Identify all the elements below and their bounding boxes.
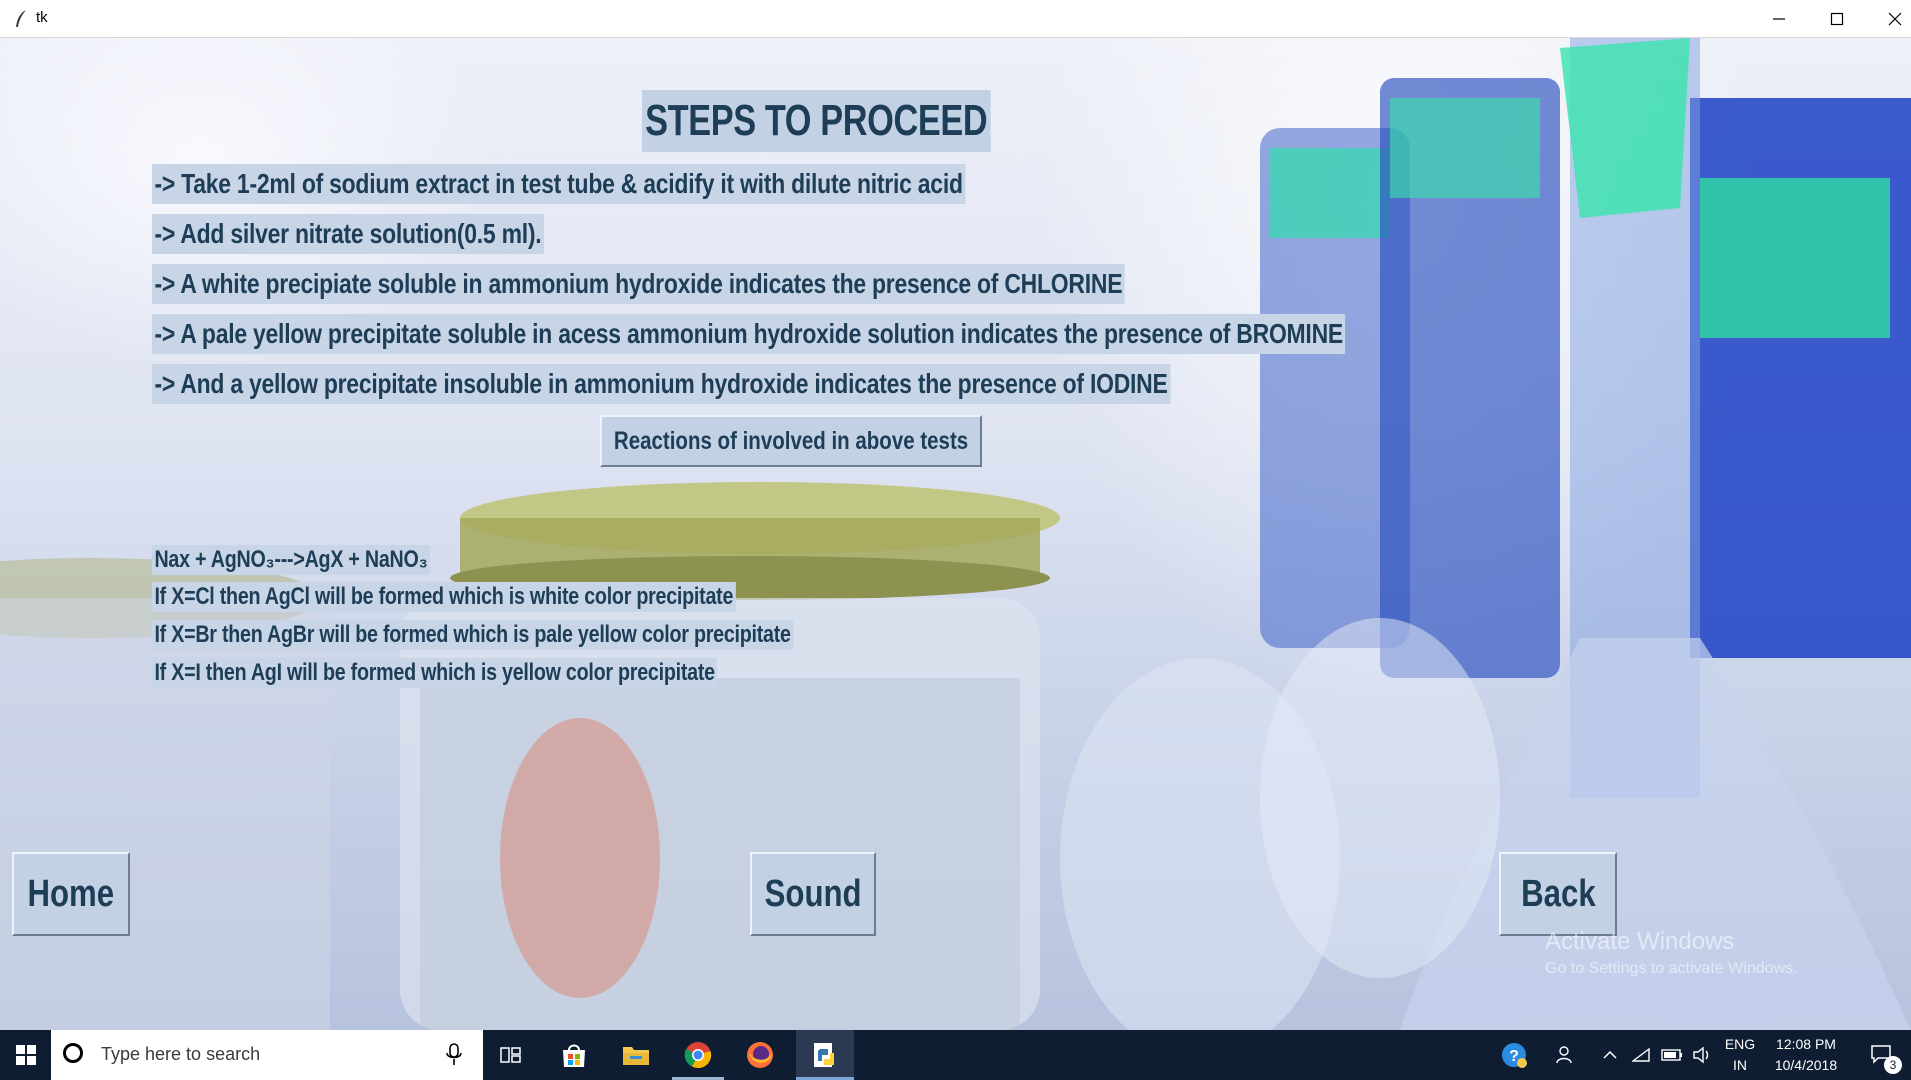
close-button[interactable] <box>1866 0 1911 38</box>
sound-button-label: Sound <box>764 872 862 915</box>
back-button-label: Back <box>1520 872 1596 915</box>
activate-windows-subtitle: Go to Settings to activate Windows. <box>1545 960 1798 977</box>
activate-windows-title: Activate Windows <box>1545 928 1735 955</box>
reactions-button[interactable]: Reactions of involved in above tests <box>600 415 982 467</box>
language-indicator[interactable]: ENG IN <box>1720 1030 1760 1080</box>
speaker-icon <box>1693 1046 1709 1064</box>
page-title: STEPS TO PROCEED <box>642 90 991 152</box>
network-tray-button[interactable] <box>1628 1030 1656 1080</box>
tk-feather-icon <box>16 10 26 27</box>
cortana-icon <box>63 1043 83 1063</box>
chrome-taskbar-button[interactable] <box>672 1030 724 1080</box>
window-title: tk <box>36 9 48 26</box>
start-button[interactable] <box>0 1030 51 1080</box>
clock-time: 12:08 PM <box>1776 1036 1836 1052</box>
minimize-icon <box>1772 18 1785 20</box>
help-tray-button[interactable]: ? <box>1494 1030 1534 1080</box>
reaction-equation: Nax + AgNO₃--->AgX + NaNO₃ <box>152 545 430 575</box>
battery-tray-button[interactable] <box>1658 1030 1686 1080</box>
region-code: IN <box>1733 1057 1747 1073</box>
firefox-icon <box>747 1042 773 1068</box>
minimize-button[interactable] <box>1750 0 1807 38</box>
taskbar-search-box[interactable]: Type here to search <box>51 1030 483 1080</box>
step-3: -> A white precipiate soluble in ammoniu… <box>152 264 1125 304</box>
title-bar: tk <box>0 0 1911 38</box>
windows-start-icon <box>15 1045 36 1065</box>
reaction-chlorine: If X=Cl then AgCl will be formed which i… <box>152 582 736 612</box>
home-button-label: Home <box>27 872 115 915</box>
file-explorer-taskbar-button[interactable] <box>610 1030 662 1080</box>
task-view-button[interactable] <box>486 1030 536 1080</box>
chrome-icon <box>684 1042 712 1069</box>
action-center-button[interactable]: 3 <box>1858 1030 1906 1080</box>
show-hidden-icons-button[interactable] <box>1596 1030 1624 1080</box>
microphone-icon[interactable] <box>446 1043 462 1067</box>
python-idle-icon <box>814 1043 834 1067</box>
search-placeholder: Type here to search <box>101 1044 261 1064</box>
home-button[interactable]: Home <box>12 852 130 936</box>
people-tray-button[interactable] <box>1548 1030 1584 1080</box>
task-view-icon <box>500 1047 521 1063</box>
battery-icon <box>1661 1049 1682 1061</box>
notification-count-badge: 3 <box>1884 1056 1902 1074</box>
reactions-button-label: Reactions of involved in above tests <box>613 426 969 455</box>
store-taskbar-button[interactable] <box>548 1030 600 1080</box>
clock[interactable]: 12:08 PM 10/4/2018 <box>1764 1030 1848 1080</box>
python-taskbar-button[interactable] <box>796 1030 854 1080</box>
sound-button[interactable]: Sound <box>750 852 876 936</box>
language-code: ENG <box>1724 1036 1756 1052</box>
step-4: -> A pale yellow precipitate soluble in … <box>152 314 1346 354</box>
app-canvas: STEPS TO PROCEED -> Take 1-2ml of sodium… <box>0 38 1911 1030</box>
volume-tray-button[interactable] <box>1688 1030 1716 1080</box>
step-1: -> Take 1-2ml of sodium extract in test … <box>152 164 966 204</box>
chevron-up-icon <box>1603 1050 1617 1059</box>
step-5: -> And a yellow precipitate insoluble in… <box>152 364 1171 404</box>
wifi-icon <box>1632 1047 1650 1062</box>
maximize-icon <box>1830 12 1843 26</box>
help-icon: ? <box>1502 1043 1527 1068</box>
clock-date: 10/4/2018 <box>1774 1057 1838 1073</box>
reaction-iodine: If X=I then AgI will be formed which is … <box>152 658 718 688</box>
store-icon <box>563 1044 585 1067</box>
close-icon <box>1888 12 1901 26</box>
back-button[interactable]: Back <box>1499 852 1617 936</box>
firefox-taskbar-button[interactable] <box>734 1030 786 1080</box>
maximize-button[interactable] <box>1808 0 1865 38</box>
reaction-bromine: If X=Br then AgBr will be formed which i… <box>152 620 794 650</box>
people-icon <box>1556 1046 1572 1064</box>
file-explorer-icon <box>623 1047 649 1065</box>
step-2: -> Add silver nitrate solution(0.5 ml). <box>152 214 544 254</box>
taskbar: Type here to search ? ENG IN 12:08 PM 10… <box>0 1030 1911 1080</box>
